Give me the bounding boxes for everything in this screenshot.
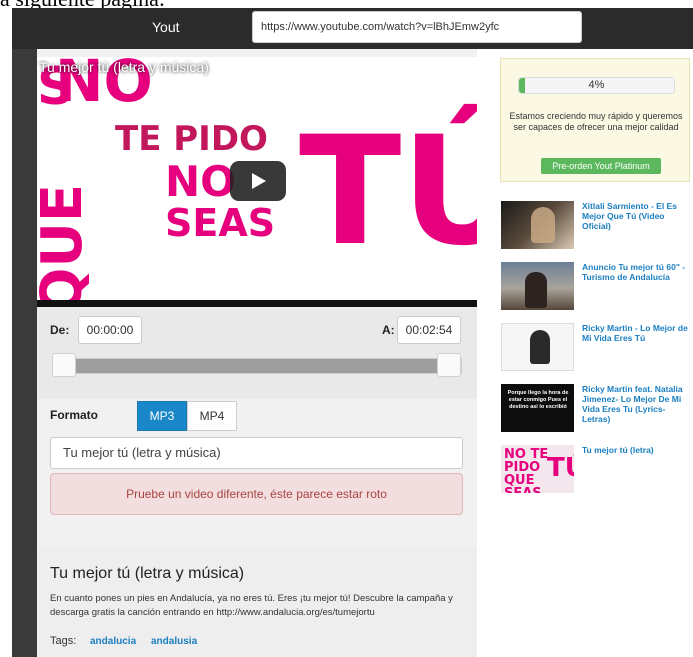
preorder-button[interactable]: Pre-orden Yout Platinum xyxy=(541,158,661,174)
video-art-text: SEAS xyxy=(165,201,276,245)
slider-start-handle[interactable] xyxy=(52,353,76,377)
promo-box: 4% Estamos creciendo muy rápido y querem… xyxy=(500,58,690,182)
title-input[interactable]: Tu mejor tú (letra y música) xyxy=(50,437,463,469)
video-description: En cuanto pones un pies en Andalucía, ya… xyxy=(50,593,453,618)
to-time-input[interactable]: 00:02:54 xyxy=(397,316,461,344)
format-mp4-button[interactable]: MP4 xyxy=(187,401,237,431)
video-art-text: TÚ xyxy=(299,105,477,279)
related-video-title[interactable]: Ricky Martin - Lo Mejor de Mi Vida Eres … xyxy=(582,323,690,343)
brand-logo[interactable]: Yout xyxy=(152,19,180,35)
sidebar: 4% Estamos creciendo muy rápido y querem… xyxy=(477,49,693,657)
related-video-item[interactable]: Xitlali Sarmiento - El Es Mejor Que Tú (… xyxy=(501,201,691,253)
slider-end-handle[interactable] xyxy=(437,353,461,377)
thumbnail-text: Porque llego la hora de estar conmigo Pu… xyxy=(507,390,569,410)
related-video-title[interactable]: Ricky Martin feat. Natalia Jimenez- Lo M… xyxy=(582,384,690,424)
video-art-text: TE PIDO xyxy=(115,119,268,159)
video-thumbnail[interactable] xyxy=(501,201,574,249)
thumbnail-text: TÚ xyxy=(547,453,574,483)
progress-bar: 4% xyxy=(518,77,675,94)
share-icon[interactable]: ➦ xyxy=(450,59,463,77)
related-video-item[interactable]: NO TE PIDO QUE SEAS TÚ Tu mejor tú (letr… xyxy=(501,445,691,497)
related-video-item[interactable]: Anuncio Tu mejor tú 60" - Turismo de And… xyxy=(501,262,691,314)
browser-window: Yout S NO TE PIDO NO SEAS TÚ QUE Tu mejo… xyxy=(12,8,693,657)
format-mp3-button[interactable]: MP3 xyxy=(137,401,187,431)
related-video-title[interactable]: Xitlali Sarmiento - El Es Mejor Que Tú (… xyxy=(582,201,690,231)
from-label: De: xyxy=(50,323,70,337)
progress-text: 4% xyxy=(588,79,605,91)
to-label: A: xyxy=(382,323,395,337)
tag-link[interactable]: andalucia xyxy=(90,636,136,647)
video-thumbnail[interactable] xyxy=(501,323,574,371)
video-player[interactable]: S NO TE PIDO NO SEAS TÚ QUE Tu mejor tú … xyxy=(37,57,477,307)
video-thumbnail[interactable]: NO TE PIDO QUE SEAS TÚ xyxy=(501,445,574,493)
left-rail xyxy=(12,49,37,657)
promo-text: Estamos creciendo muy rápido y queremos … xyxy=(509,111,683,132)
watch-later-icon[interactable] xyxy=(425,61,439,75)
time-range-panel: De: 00:00:00 A: 00:02:54 xyxy=(37,307,477,399)
error-alert: Pruebe un video diferente, éste parece e… xyxy=(50,473,463,515)
video-thumbnail[interactable]: Porque llego la hora de estar conmigo Pu… xyxy=(501,384,574,432)
related-video-title[interactable]: Tu mejor tú (letra) xyxy=(582,445,690,455)
video-thumbnail[interactable] xyxy=(501,262,574,310)
tags-label: Tags: xyxy=(50,635,77,647)
video-info-title: Tu mejor tú (letra y música) xyxy=(50,565,245,582)
top-bar: Yout xyxy=(12,8,693,49)
related-video-item[interactable]: Porque llego la hora de estar conmigo Pu… xyxy=(501,384,691,436)
video-bottom-bar xyxy=(37,300,477,307)
related-video-item[interactable]: Ricky Martin - Lo Mejor de Mi Vida Eres … xyxy=(501,323,691,375)
main-panel: S NO TE PIDO NO SEAS TÚ QUE Tu mejor tú … xyxy=(37,49,477,657)
from-time-input[interactable]: 00:00:00 xyxy=(78,316,142,344)
time-range-slider[interactable] xyxy=(52,358,462,374)
video-title[interactable]: Tu mejor tú (letra y música) xyxy=(39,59,209,75)
video-art-text: NO xyxy=(165,157,236,206)
tag-link[interactable]: andalusia xyxy=(151,636,197,647)
url-input[interactable] xyxy=(252,11,582,43)
related-video-title[interactable]: Anuncio Tu mejor tú 60" - Turismo de And… xyxy=(582,262,690,282)
play-icon[interactable] xyxy=(230,161,286,201)
video-art-text: QUE xyxy=(37,183,96,307)
format-label: Formato xyxy=(50,408,98,422)
